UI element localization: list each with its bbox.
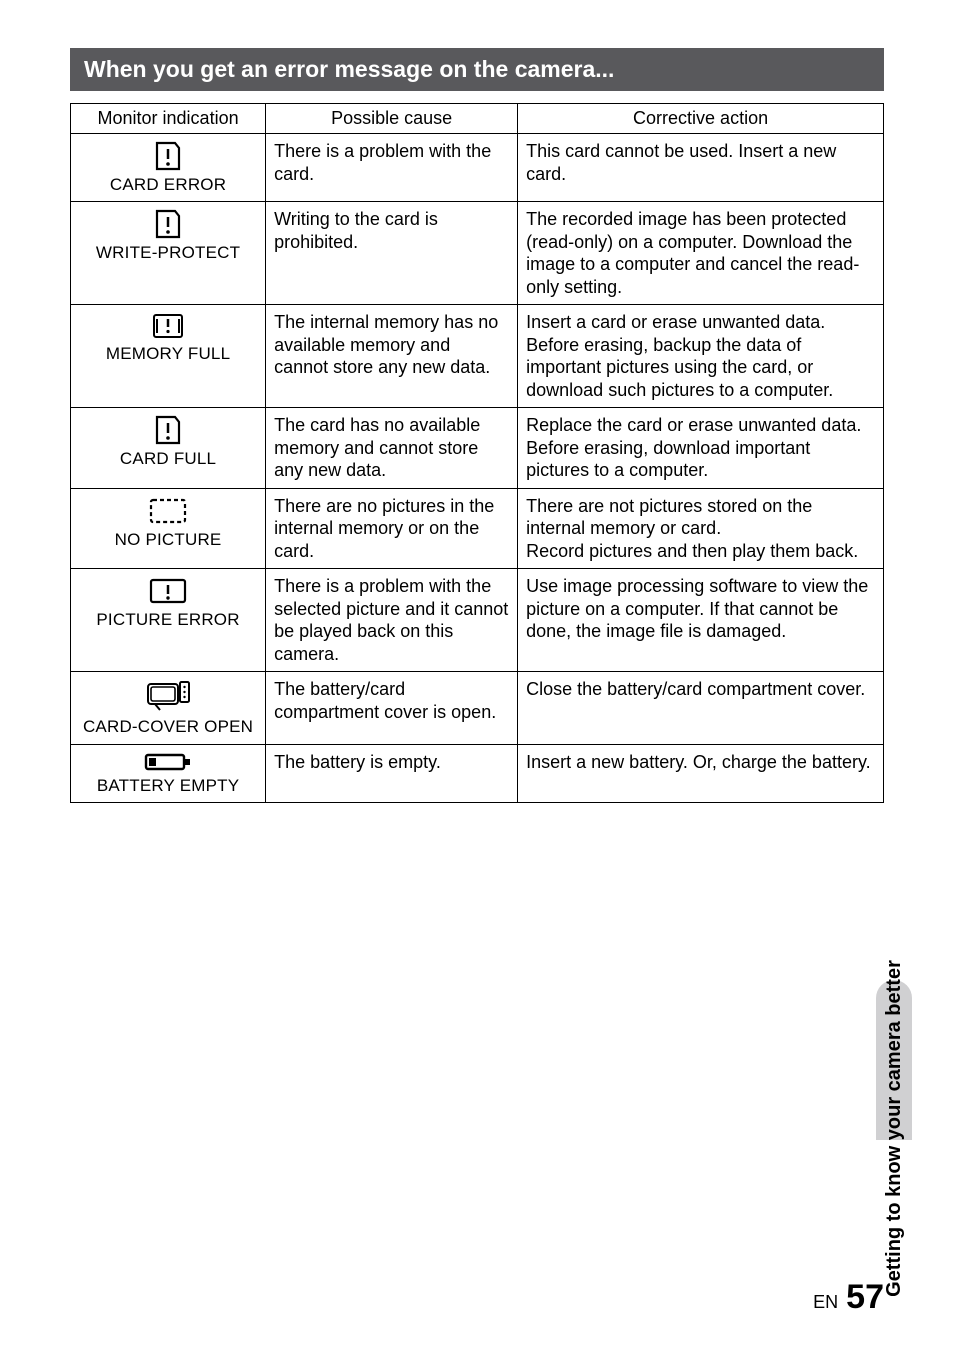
footer-lang: EN <box>813 1292 838 1313</box>
cause-cell: The card has no available memory and can… <box>266 408 518 489</box>
side-tab-label: Getting to know your camera better <box>883 960 906 1297</box>
action-cell: This card cannot be used. Insert a new c… <box>518 134 884 202</box>
action-cell: The recorded image has been protected (r… <box>518 202 884 305</box>
table-row: MEMORY FULL The internal memory has no a… <box>71 305 884 408</box>
indicator-label: NO PICTURE <box>79 529 257 550</box>
action-cell: Replace the card or erase unwanted data.… <box>518 408 884 489</box>
indicator-label: PICTURE ERROR <box>79 609 257 630</box>
error-table: Monitor indication Possible cause Correc… <box>70 103 884 803</box>
table-header-row: Monitor indication Possible cause Correc… <box>71 104 884 134</box>
page-number: 57 <box>846 1278 884 1317</box>
cause-cell: There are no pictures in the internal me… <box>266 488 518 569</box>
indicator-label: CARD ERROR <box>79 174 257 195</box>
action-cell: There are not pictures stored on the int… <box>518 488 884 569</box>
col-header-cause: Possible cause <box>266 104 518 134</box>
table-row: CARD FULL The card has no available memo… <box>71 408 884 489</box>
cause-cell: There is a problem with the card. <box>266 134 518 202</box>
col-header-indication: Monitor indication <box>71 104 266 134</box>
section-title: When you get an error message on the cam… <box>70 48 884 91</box>
cause-cell: The battery/card compartment cover is op… <box>266 672 518 744</box>
card-alert-icon <box>79 140 257 172</box>
memory-full-icon <box>79 311 257 341</box>
table-row: WRITE-PROTECT Writing to the card is pro… <box>71 202 884 305</box>
card-cover-icon <box>79 678 257 714</box>
table-row: NO PICTURE There are no pictures in the … <box>71 488 884 569</box>
table-row: CARD-COVER OPEN The battery/card compart… <box>71 672 884 744</box>
indicator-label: WRITE-PROTECT <box>79 242 257 263</box>
indicator-label: CARD-COVER OPEN <box>79 716 257 737</box>
picture-error-icon <box>79 575 257 607</box>
action-cell: Insert a new battery. Or, charge the bat… <box>518 744 884 802</box>
cause-cell: There is a problem with the selected pic… <box>266 569 518 672</box>
col-header-action: Corrective action <box>518 104 884 134</box>
table-row: CARD ERROR There is a problem with the c… <box>71 134 884 202</box>
cause-cell: The internal memory has no available mem… <box>266 305 518 408</box>
battery-empty-icon <box>79 751 257 773</box>
table-row: PICTURE ERROR There is a problem with th… <box>71 569 884 672</box>
table-row: BATTERY EMPTY The battery is empty. Inse… <box>71 744 884 802</box>
card-alert-icon <box>79 208 257 240</box>
page-footer: EN 57 <box>813 1278 884 1317</box>
action-cell: Close the battery/card compartment cover… <box>518 672 884 744</box>
action-cell: Use image processing software to view th… <box>518 569 884 672</box>
indicator-label: BATTERY EMPTY <box>79 775 257 796</box>
action-cell: Insert a card or erase unwanted data. Be… <box>518 305 884 408</box>
cause-cell: Writing to the card is prohibited. <box>266 202 518 305</box>
indicator-label: MEMORY FULL <box>79 343 257 364</box>
no-picture-icon <box>79 495 257 527</box>
cause-cell: The battery is empty. <box>266 744 518 802</box>
indicator-label: CARD FULL <box>79 448 257 469</box>
side-tab: Getting to know your camera better <box>876 530 912 1140</box>
card-alert-icon <box>79 414 257 446</box>
